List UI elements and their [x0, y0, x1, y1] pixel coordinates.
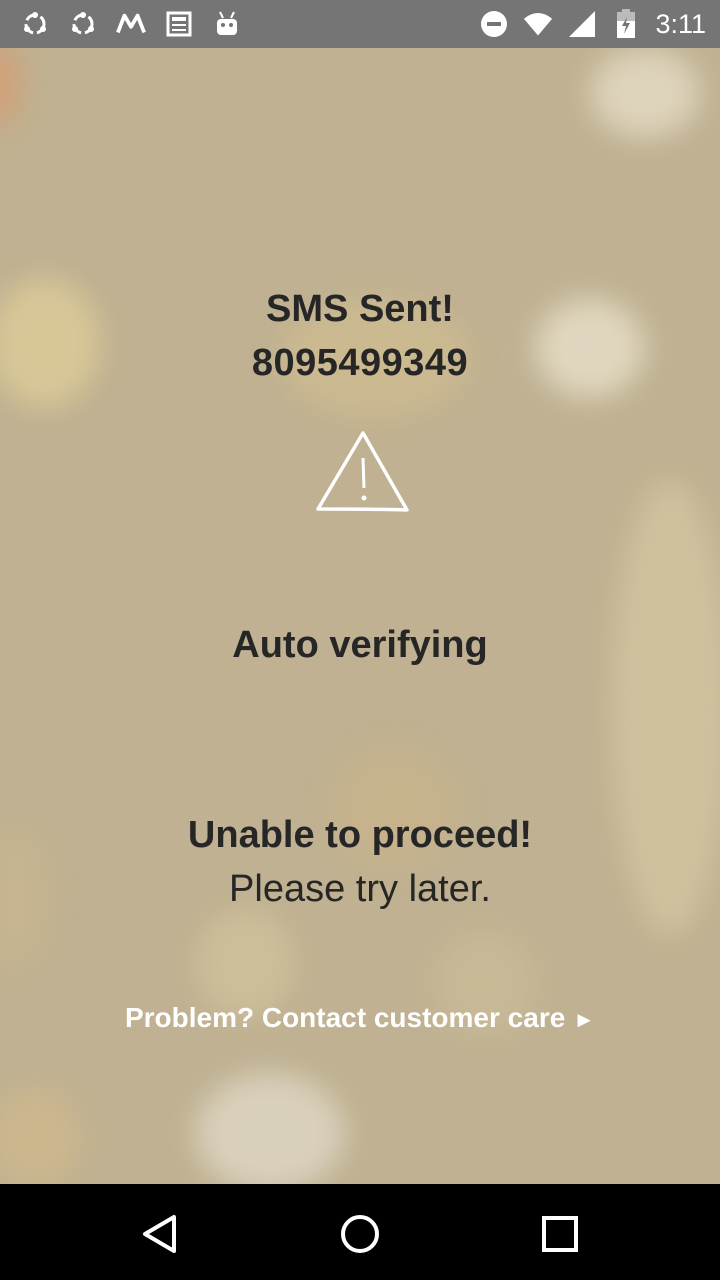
warning-icon: [314, 428, 410, 516]
background-bokeh: [590, 48, 700, 138]
do-not-disturb-icon: [479, 9, 509, 39]
android-icon: [212, 9, 242, 39]
back-icon[interactable]: [138, 1212, 182, 1256]
home-icon[interactable]: [338, 1212, 382, 1256]
play-arrow-icon: ►: [573, 1007, 596, 1032]
background-bokeh: [0, 1088, 80, 1184]
share-icon: [68, 9, 98, 39]
background-bokeh: [195, 1073, 345, 1184]
wifi-icon: [523, 9, 553, 39]
moto-icon: [116, 9, 146, 39]
status-time: 3:11: [655, 8, 706, 39]
notification-icons: [20, 9, 242, 39]
auto-verifying-text: Auto verifying: [232, 624, 488, 666]
share-icon: [20, 9, 50, 39]
verification-screen: SMS Sent! 8095499349 Auto verifying Unab…: [0, 48, 720, 1184]
error-message: Please try later.: [229, 868, 491, 910]
background-bokeh: [0, 48, 20, 128]
contact-customer-care-link[interactable]: Problem? Contact customer care ►: [0, 998, 720, 1040]
status-bar: 3:11: [0, 0, 720, 48]
error-title: Unable to proceed!: [187, 814, 533, 856]
navigation-bar: [0, 1184, 720, 1280]
contact-link-label: Problem? Contact customer care: [124, 1002, 566, 1033]
system-icons: 3:11: [479, 9, 706, 40]
cell-signal-icon: [567, 9, 597, 39]
recents-icon[interactable]: [538, 1212, 582, 1256]
news-icon: [164, 9, 194, 39]
sms-sent-title: SMS Sent!: [266, 288, 454, 330]
phone-number: 8095499349: [251, 342, 469, 384]
battery-charging-icon: [611, 9, 641, 39]
